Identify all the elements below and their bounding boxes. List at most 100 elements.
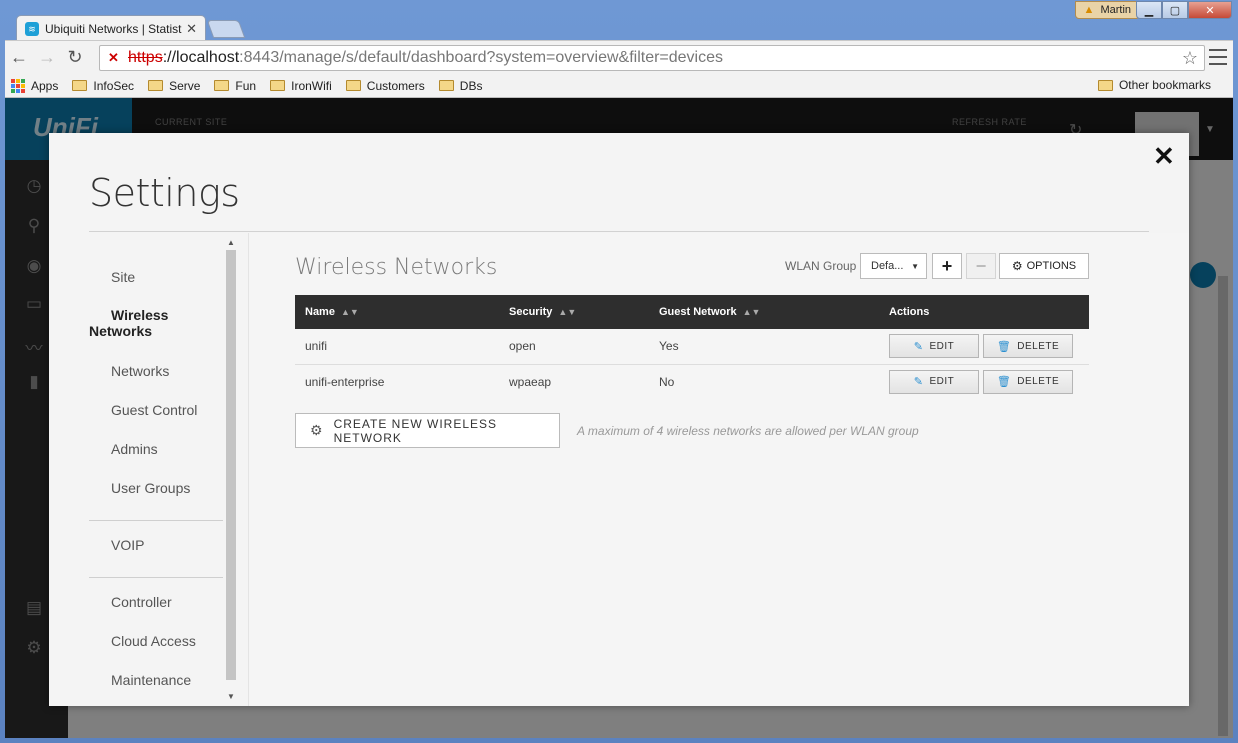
column-header-actions: Actions bbox=[879, 295, 1089, 329]
sidebar-item-wireless-networks[interactable]: Wireless Networks bbox=[89, 307, 199, 339]
column-label: Guest Network bbox=[659, 306, 737, 318]
sort-icon: ▲▼ bbox=[742, 307, 761, 317]
sidebar-item-controller[interactable]: Controller bbox=[111, 594, 172, 610]
bookmark-apps[interactable]: Apps bbox=[11, 78, 59, 93]
options-button[interactable]: ⚙ OPTIONS bbox=[999, 253, 1089, 279]
folder-icon bbox=[72, 80, 88, 91]
browser-window: ≋ Ubiquiti Networks | Statistic ✕ ▲ Mart… bbox=[0, 0, 1238, 743]
remove-wlan-group-button[interactable]: − bbox=[966, 253, 996, 279]
bookmark-star-icon[interactable]: ☆ bbox=[1182, 48, 1198, 69]
options-label: OPTIONS bbox=[1026, 260, 1077, 272]
forward-button[interactable]: → bbox=[33, 44, 61, 72]
column-header-name[interactable]: Name ▲▼ bbox=[295, 295, 499, 329]
apps-grid-icon bbox=[11, 78, 25, 93]
delete-button[interactable]: 🗑 DELETE bbox=[983, 369, 1073, 394]
browser-toolbar: ← → ↻ ✕ https://localhost:8443/manage/s/… bbox=[5, 40, 1233, 74]
bookmarks-bar: Apps InfoSec Serve Fun IronWifi Customer… bbox=[5, 74, 1233, 98]
column-label: Name bbox=[305, 306, 335, 318]
scroll-up-icon[interactable]: ▲ bbox=[227, 238, 235, 247]
browser-menu-icon[interactable] bbox=[1209, 47, 1227, 67]
section-title: Wireless Networks bbox=[295, 255, 498, 280]
max-networks-note: A maximum of 4 wireless networks are all… bbox=[577, 424, 919, 438]
page-title: Settings bbox=[89, 171, 240, 215]
bookmark-dbs[interactable]: DBs bbox=[438, 79, 482, 93]
wlan-group-value: Defa... bbox=[871, 260, 904, 272]
edit-button[interactable]: ✎ EDIT bbox=[889, 369, 979, 394]
table-row: unifi-enterprise wpaeap No ✎ EDIT 🗑 DELETE bbox=[295, 364, 1089, 399]
tab-title: Ubiquiti Networks | Statistic bbox=[45, 21, 183, 36]
cell-actions: ✎ EDIT 🗑 DELETE bbox=[879, 329, 1089, 365]
browser-tab[interactable]: ≋ Ubiquiti Networks | Statistic ✕ bbox=[16, 15, 206, 41]
url-path: :8443/manage/s/default/dashboard?system=… bbox=[239, 49, 724, 66]
column-header-security[interactable]: Security ▲▼ bbox=[499, 295, 649, 329]
delete-button[interactable]: 🗑 DELETE bbox=[983, 334, 1073, 359]
sidebar-divider bbox=[89, 577, 223, 578]
sidebar-item-site[interactable]: Site bbox=[111, 269, 135, 285]
sidebar-item-maintenance[interactable]: Maintenance bbox=[111, 672, 191, 688]
bookmark-other[interactable]: Other bookmarks bbox=[1097, 78, 1211, 92]
unifi-favicon-icon: ≋ bbox=[25, 21, 39, 36]
warning-icon: ▲ bbox=[1083, 4, 1095, 16]
cell-guest: Yes bbox=[649, 329, 879, 365]
sidebar-scrollbar[interactable]: ▲ ▼ bbox=[226, 238, 236, 704]
delete-label: DELETE bbox=[1017, 340, 1060, 352]
folder-icon bbox=[270, 80, 286, 91]
cell-guest: No bbox=[659, 374, 675, 389]
wlan-group-select[interactable]: Defa... ▼ bbox=[860, 253, 927, 279]
settings-sidebar: Site Wireless Networks Networks Guest Co… bbox=[89, 243, 223, 705]
cell-name: unifi-enterprise bbox=[305, 374, 385, 389]
title-bar: ≋ Ubiquiti Networks | Statistic ✕ ▲ Mart… bbox=[0, 0, 1238, 41]
edit-button[interactable]: ✎ EDIT bbox=[889, 334, 979, 359]
bookmark-label: Apps bbox=[31, 78, 59, 93]
cell-security: open bbox=[499, 329, 649, 365]
sidebar-item-label: Wireless Networks bbox=[89, 307, 169, 339]
table-header-row: Name ▲▼ Security ▲▼ Guest Network ▲▼ Action… bbox=[295, 295, 1089, 329]
sidebar-item-voip[interactable]: VOIP bbox=[111, 537, 144, 553]
profile-name: Martin bbox=[1100, 4, 1131, 16]
bookmark-ironwifi[interactable]: IronWifi bbox=[270, 79, 332, 93]
create-label: CREATE NEW WIRELESS NETWORK bbox=[333, 416, 498, 445]
sidebar-item-networks[interactable]: Networks bbox=[111, 363, 169, 379]
reload-button[interactable]: ↻ bbox=[61, 44, 89, 72]
close-window-button[interactable]: ✕ bbox=[1188, 1, 1232, 19]
sidebar-item-user-groups[interactable]: User Groups bbox=[111, 480, 190, 496]
cell-name: unifi bbox=[295, 329, 499, 365]
add-wlan-group-button[interactable]: + bbox=[932, 253, 962, 279]
wireless-networks-table: Name ▲▼ Security ▲▼ Guest Network ▲▼ Action… bbox=[295, 295, 1089, 399]
bookmark-label: Serve bbox=[169, 78, 201, 93]
folder-icon bbox=[1097, 79, 1113, 91]
bookmark-customers[interactable]: Customers bbox=[345, 79, 425, 93]
scrollbar-thumb[interactable] bbox=[226, 250, 236, 680]
column-label: Actions bbox=[889, 306, 930, 318]
back-button[interactable]: ← bbox=[5, 44, 33, 72]
sidebar-item-admins[interactable]: Admins bbox=[111, 441, 158, 457]
folder-icon bbox=[148, 80, 164, 91]
column-label: Security bbox=[509, 306, 553, 318]
cell-actions: ✎ EDIT 🗑 DELETE bbox=[879, 364, 1089, 399]
create-wireless-network-button[interactable]: ⚙ CREATE NEW WIRELESS NETWORK bbox=[295, 413, 560, 448]
tab-close-icon[interactable]: ✕ bbox=[186, 21, 197, 37]
sidebar-divider bbox=[89, 520, 223, 521]
bookmark-fun[interactable]: Fun bbox=[214, 79, 256, 93]
maximize-button[interactable]: ▢ bbox=[1162, 1, 1188, 19]
folder-icon bbox=[345, 80, 361, 91]
insecure-lock-icon[interactable]: ✕ bbox=[108, 50, 124, 66]
trash-icon: 🗑 bbox=[996, 340, 1012, 353]
gear-icon: ⚙ bbox=[310, 422, 324, 438]
bookmark-infosec[interactable]: InfoSec bbox=[72, 79, 134, 93]
scroll-down-icon[interactable]: ▼ bbox=[227, 692, 235, 701]
sidebar-item-cloud-access[interactable]: Cloud Access bbox=[111, 633, 196, 649]
window-controls: ▁ ▢ ✕ bbox=[1136, 1, 1232, 19]
column-header-guest-network[interactable]: Guest Network ▲▼ bbox=[649, 295, 879, 329]
bookmark-label: Other bookmarks bbox=[1118, 78, 1211, 92]
sidebar-item-guest-control[interactable]: Guest Control bbox=[111, 402, 197, 418]
divider bbox=[89, 231, 1149, 232]
address-bar[interactable]: ✕ https://localhost:8443/manage/s/defaul… bbox=[99, 45, 1205, 71]
profile-badge[interactable]: ▲ Martin bbox=[1074, 1, 1140, 19]
edit-label: EDIT bbox=[929, 376, 955, 388]
close-icon[interactable]: ✕ bbox=[1153, 141, 1175, 172]
gear-icon: ⚙ bbox=[1011, 259, 1023, 273]
minimize-button[interactable]: ▁ bbox=[1136, 1, 1162, 19]
new-tab-button[interactable] bbox=[206, 20, 246, 38]
bookmark-serve[interactable]: Serve bbox=[148, 79, 200, 93]
